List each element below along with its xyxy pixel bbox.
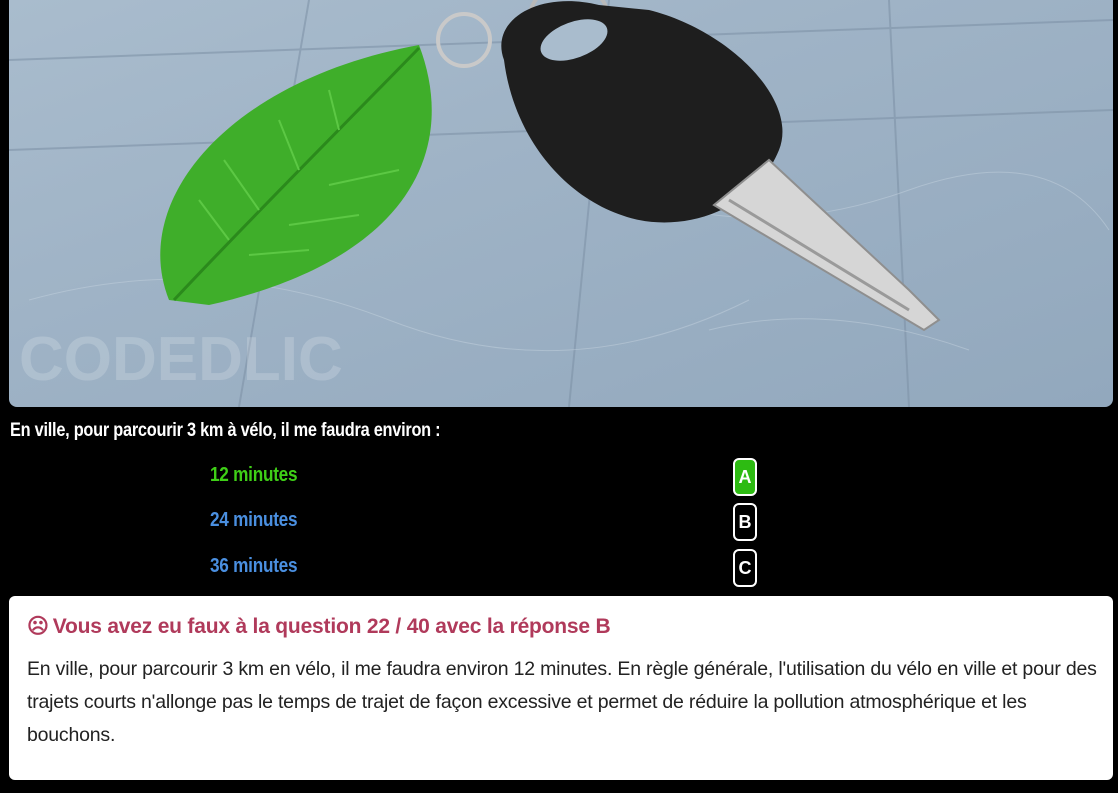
answer-a-text[interactable]: 12 minutes (210, 464, 298, 487)
answer-row-a[interactable]: 12 minutes A (0, 456, 1118, 496)
feedback-explanation: En ville, pour parcourir 3 km en vélo, i… (27, 658, 1097, 746)
feedback-title-row: ☹ Vous avez eu faux à la question 22 / 40… (27, 614, 1095, 639)
answer-row-c[interactable]: 36 minutes C (0, 547, 1118, 587)
answer-b-text[interactable]: 24 minutes (210, 509, 298, 532)
frown-icon: ☹ (27, 615, 49, 638)
answer-c-text[interactable]: 36 minutes (210, 555, 298, 578)
answer-a-button[interactable]: A (733, 458, 757, 496)
feedback-panel: ☹ Vous avez eu faux à la question 22 / 40… (9, 596, 1113, 780)
answer-row-b[interactable]: 24 minutes B (0, 501, 1118, 541)
watermark-text: CODEDLIC (19, 325, 343, 394)
answer-c-button[interactable]: C (733, 549, 757, 587)
car-key-graphic (501, 1, 941, 332)
question-text: En ville, pour parcourir 3 km à vélo, il… (10, 420, 441, 441)
feedback-title: Vous avez eu faux à la question 22 / 40 … (52, 615, 611, 638)
leaf-graphic (160, 45, 432, 305)
quiz-page: CODEDLIC En ville, pour parcourir 3 km à… (0, 0, 1118, 793)
question-photo: CODEDLIC (9, 0, 1113, 407)
answer-b-button[interactable]: B (733, 503, 757, 541)
